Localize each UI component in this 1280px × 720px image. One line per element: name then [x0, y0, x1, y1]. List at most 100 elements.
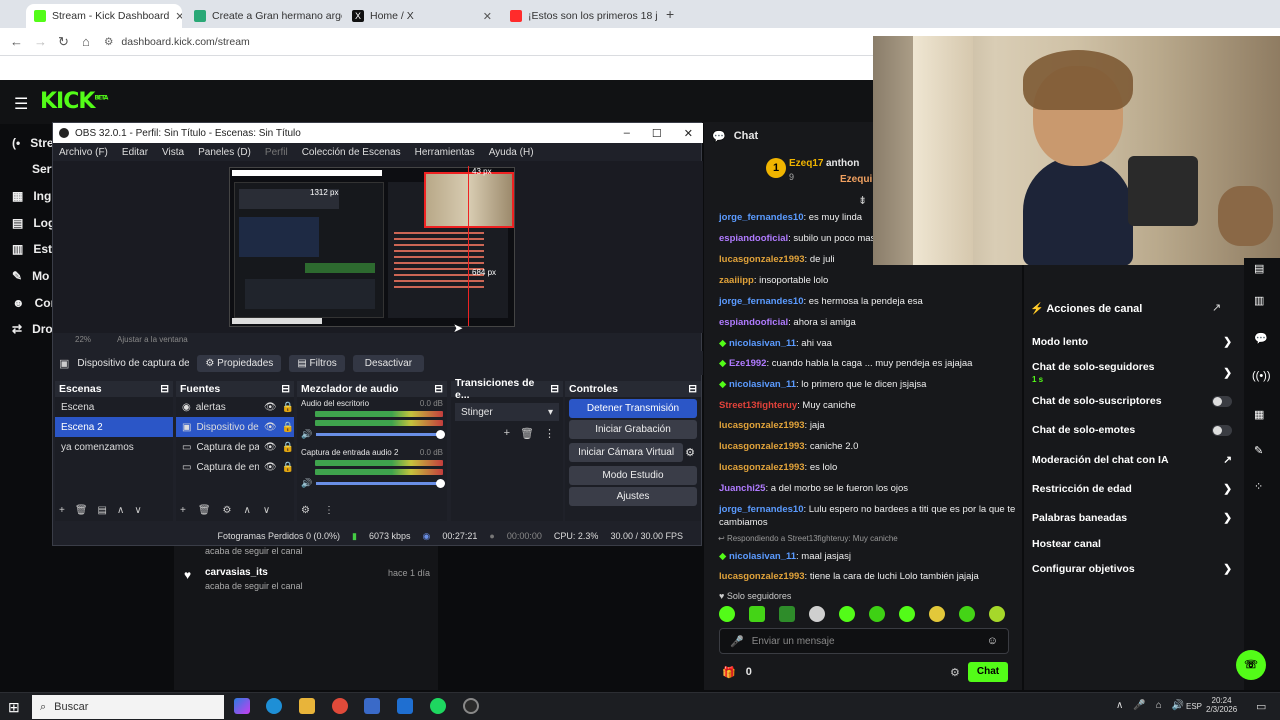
speaker-icon[interactable]: 🔊 [301, 429, 312, 440]
document-icon[interactable]: ▥ [1254, 294, 1264, 307]
chat-username[interactable]: espiandooficial [719, 233, 788, 244]
zoom-label[interactable]: 22% [75, 335, 91, 344]
eye-icon[interactable]: 👁 [264, 402, 277, 413]
filters-button[interactable]: ▤ Filtros [289, 354, 345, 372]
back-icon[interactable]: ← [10, 34, 23, 49]
emote-icon[interactable] [959, 606, 975, 622]
maximize-icon[interactable]: ☐ [652, 127, 662, 140]
chat-username[interactable]: nicolasivan_11 [729, 338, 796, 349]
down-icon[interactable]: ∨ [134, 505, 141, 516]
store-icon[interactable] [364, 698, 380, 714]
down-icon[interactable]: ∨ [263, 505, 270, 516]
action-configure-goals[interactable]: Configurar objetivos ❯ [1032, 563, 1232, 575]
menu-perfil[interactable]: Perfil [265, 147, 288, 158]
volume-slider[interactable] [316, 479, 445, 488]
trash-icon[interactable]: 🗑 [520, 427, 534, 440]
windows-start-icon[interactable]: ⊞ [8, 699, 20, 716]
action-subscribers-only[interactable]: Chat de solo-suscriptores [1032, 395, 1232, 407]
apps-icon[interactable]: ⁘ [1254, 480, 1263, 493]
chat-username[interactable]: Street13fighteruy [719, 400, 797, 411]
volume-icon[interactable]: 🔊 [1172, 700, 1184, 711]
sidebar-item-community[interactable]: ☻ Cor [12, 296, 55, 310]
pinned-user[interactable]: Ezeq17 [789, 158, 823, 169]
studio-mode-button[interactable]: Modo Estudio [569, 466, 697, 485]
kick-logo[interactable]: KICKBETA [40, 89, 108, 114]
server-icon[interactable]: ▦ [1254, 408, 1264, 421]
scene-item-selected[interactable]: Escena 2 [55, 417, 173, 437]
chat-username[interactable]: lucasgonzalez1993 [719, 420, 805, 431]
emote-icon[interactable] [899, 606, 915, 622]
add-icon[interactable]: + [180, 505, 186, 516]
clock[interactable]: 20:24 2/3/2026 [1206, 696, 1237, 714]
notification-icon[interactable]: ▭ [1256, 700, 1266, 713]
folder-icon[interactable] [299, 698, 315, 714]
app-icon[interactable] [397, 698, 413, 714]
chat-username[interactable]: lucasgonzalez1993 [719, 254, 805, 265]
chat-username[interactable]: nicolasivan_11 [729, 551, 796, 562]
volume-slider[interactable] [316, 430, 445, 439]
lock-icon[interactable]: 🔒 [282, 422, 294, 433]
start-recording-button[interactable]: Iniciar Grabación [569, 420, 697, 439]
chat-username[interactable]: jorge_fernandes10 [719, 504, 803, 515]
menu-ayuda[interactable]: Ayuda (H) [489, 147, 534, 158]
sidebar-item-income[interactable]: ▦ Ingr [12, 189, 56, 203]
forward-icon[interactable]: → [34, 34, 47, 49]
collapse-icon[interactable]: ⇟ [858, 194, 867, 207]
speaker-icon[interactable]: 🔊 [301, 478, 312, 489]
new-tab-button[interactable]: + [666, 6, 674, 22]
scene-item[interactable]: ya comenzamos [55, 437, 173, 457]
copilot-icon[interactable] [234, 698, 250, 714]
lock-icon[interactable]: 🔒 [282, 402, 294, 413]
edge-icon[interactable] [266, 698, 282, 714]
preview-webcam-source[interactable] [424, 172, 514, 228]
emote-icon[interactable] [719, 606, 735, 622]
chat-username[interactable]: Juanchi25 [719, 483, 765, 494]
transition-select[interactable]: Stinger ▾ [455, 403, 559, 421]
sidebar-item-mod[interactable]: ✎ Mo [12, 269, 49, 283]
gear-icon[interactable]: ⚙ [950, 666, 960, 679]
action-host-channel[interactable]: Hostear canal [1032, 538, 1232, 550]
gear-icon[interactable]: ⚙ [223, 505, 232, 516]
mic-icon[interactable]: 🎤 [730, 635, 744, 648]
source-item[interactable]: ▭ Captura de pa 👁 🔒 [176, 437, 294, 457]
action-emotes-only[interactable]: Chat de solo-emotes [1032, 424, 1232, 436]
chat-username[interactable]: zaaiiipp [719, 275, 754, 286]
action-followers-only[interactable]: Chat de solo-seguidores 1 s ❯ [1032, 361, 1232, 385]
taskbar-search[interactable]: ⌕ Buscar [32, 695, 224, 719]
chat-bubble-icon[interactable]: 💬 [1254, 332, 1268, 345]
settings-button[interactable]: Ajustes [569, 487, 697, 506]
chat-username[interactable]: lucasgonzalez1993 [719, 462, 805, 473]
gear-icon[interactable]: ⚙ [301, 505, 310, 516]
minimize-icon[interactable]: – [624, 127, 630, 140]
emote-icon[interactable] [929, 606, 945, 622]
eye-icon[interactable]: 👁 [264, 442, 277, 453]
sidebar-item-stream[interactable]: (• Stre [12, 136, 54, 150]
channel-points[interactable]: 🎁 0 [722, 666, 752, 679]
chat-username[interactable]: lucasgonzalez1993 [719, 441, 805, 452]
site-info-icon[interactable]: ⚙ [104, 36, 113, 48]
pinned-user[interactable]: anthon [826, 158, 859, 169]
tab-create-doc[interactable]: Create a Gran hermano argent ✕ [186, 4, 342, 28]
sidebar-item-drops[interactable]: ⇄ Dro [12, 322, 53, 336]
chat-username[interactable]: jorge_fernandes10 [719, 212, 803, 223]
source-item-selected[interactable]: ▣ Dispositivo de 👁 🔒 [176, 417, 294, 437]
eye-icon[interactable]: 👁 [264, 462, 277, 473]
menu-icon[interactable]: ☰ [14, 94, 28, 114]
obs-preview[interactable]: 1312 px 43 px 684 px ➤ 22% Ajustar a la … [53, 161, 703, 344]
more-icon[interactable]: ⋮ [324, 505, 334, 516]
pinned-user[interactable]: Ezequi [840, 174, 872, 185]
emote-icon[interactable] [989, 606, 1005, 622]
support-icon[interactable]: ☏ [1236, 650, 1266, 680]
reload-icon[interactable]: ↻ [58, 34, 69, 50]
chrome-icon[interactable] [332, 698, 348, 714]
emote-icon[interactable] [749, 606, 765, 622]
url-field[interactable]: ⚙ dashboard.kick.com/stream [104, 33, 874, 51]
action-slow-mode[interactable]: Modo lento ❯ [1032, 336, 1232, 348]
action-age-restriction[interactable]: Restricción de edad ❯ [1032, 483, 1232, 495]
tab-home-x[interactable]: X Home / X ✕ [344, 4, 500, 28]
toggle-switch[interactable] [1212, 424, 1232, 436]
chat-username[interactable]: espiandooficial [719, 317, 788, 328]
chat-username[interactable]: Eze1992 [729, 358, 767, 369]
broadcast-icon[interactable]: ((•)) [1252, 370, 1271, 382]
obs-icon[interactable] [463, 698, 479, 714]
